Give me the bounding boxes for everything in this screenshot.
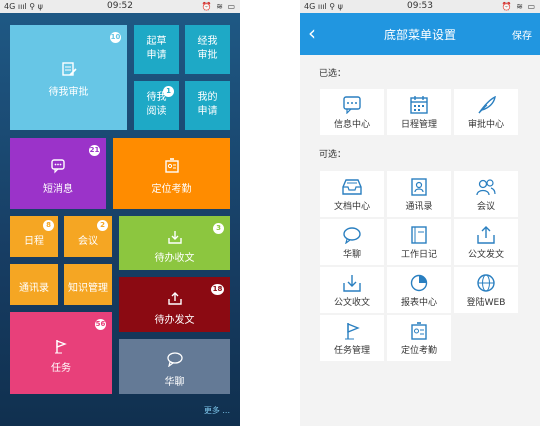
tile-location-attendance[interactable]: 定位考勤 (113, 138, 230, 209)
available-item-contacts[interactable]: 通讯录 (387, 171, 451, 217)
people-icon (476, 179, 496, 196)
tile-contacts[interactable]: 通讯录 (10, 264, 58, 305)
tile-incoming-docs[interactable]: 3 待办收文 (119, 216, 230, 270)
available-item-incoming-docs[interactable]: 公文收文 (320, 267, 384, 313)
chart-pie-icon (410, 274, 428, 292)
tile-huachat[interactable]: 华聊 (119, 339, 230, 394)
download-tray-icon (343, 275, 361, 292)
selected-heading: 已选： (319, 69, 347, 79)
chat-bubble-icon (343, 96, 361, 114)
item-label: 公文收文 (333, 298, 370, 308)
tile-label: 华聊 (164, 377, 185, 388)
chat-bubble-icon (51, 159, 65, 174)
tile-schedule[interactable]: 8 日程 (10, 216, 58, 257)
item-label: 登陆WEB (466, 298, 506, 308)
tile-meeting[interactable]: 2 会议 (64, 216, 112, 257)
tile-label: 日程 (24, 236, 44, 247)
nav-bar: ‹ 底部菜单设置 保存 (300, 13, 540, 55)
status-bar: 4G ıııl ⚲ ψ 09:52 ⏰ ≋ ▭ (0, 0, 240, 13)
tile-label: 短消息 (43, 184, 73, 195)
tile-label: 会议 (78, 236, 98, 247)
badge: 8 (43, 220, 54, 231)
badge: 3 (213, 223, 224, 234)
id-badge-icon (411, 322, 427, 340)
tile-to-read[interactable]: 1 待我 阅读 (134, 81, 179, 130)
tile-label: 通讯录 (19, 283, 49, 294)
available-item-doc-center[interactable]: 文档中心 (320, 171, 384, 217)
inbox-icon (342, 179, 362, 195)
tile-label: 待我审批 (48, 87, 89, 98)
item-label: 文档中心 (333, 202, 370, 212)
available-heading: 可选： (319, 150, 347, 160)
available-item-huachat[interactable]: 华聊 (320, 219, 384, 265)
status-bar: 4G ıııl ⚲ ψ 09:53 ⏰ ≋ ▭ (300, 0, 540, 13)
tile-my-requests[interactable]: 我的 申请 (185, 81, 230, 130)
document-edit-icon (61, 62, 77, 76)
selected-item-approval-center[interactable]: 审批中心 (454, 89, 518, 135)
bottom-menu-settings-screen: 4G ıııl ⚲ ψ 09:53 ⏰ ≋ ▭ ‹ 底部菜单设置 保存 已选： … (300, 0, 540, 426)
calendar-icon (410, 96, 428, 114)
outbox-icon (477, 226, 495, 244)
item-label: 审批中心 (467, 120, 504, 130)
battery-icon: ⏰ ≋ ▭ (501, 2, 536, 11)
tile-label: 待办发文 (154, 315, 195, 326)
tile-outgoing-docs[interactable]: 18 待办发文 (119, 277, 230, 332)
available-item-task-management[interactable]: 任务管理 (320, 315, 384, 361)
save-button[interactable]: 保存 (512, 27, 532, 42)
item-label: 信息中心 (333, 120, 370, 130)
globe-icon (477, 274, 495, 292)
available-item-location-attendance[interactable]: 定位考勤 (387, 315, 451, 361)
available-item-meeting[interactable]: 会议 (454, 171, 518, 217)
item-label: 公文发文 (467, 250, 504, 260)
item-label: 华聊 (342, 250, 361, 260)
chat-icon (166, 352, 183, 367)
badge: 2 (97, 220, 108, 231)
address-book-icon (411, 178, 427, 196)
available-item-work-diary[interactable]: 工作日记 (387, 219, 451, 265)
tile-draft-request[interactable]: 起草 申请 (134, 25, 179, 74)
quill-icon (478, 96, 496, 114)
outbox-icon (167, 292, 182, 305)
page-title: 底部菜单设置 (383, 28, 456, 42)
home-screen: 4G ıııl ⚲ ψ 09:52 ⏰ ≋ ▭ 10 待我审批 起草 申请 经我… (0, 0, 240, 426)
tile-short-message[interactable]: 21 短消息 (10, 138, 106, 209)
tile-label: 任务 (51, 363, 71, 374)
badge: 21 (89, 145, 100, 156)
available-item-login-web[interactable]: 登陆WEB (454, 267, 518, 313)
download-tray-icon (167, 231, 182, 244)
item-label: 报表中心 (400, 298, 437, 308)
tile-approved-by-me[interactable]: 经我 审批 (185, 25, 230, 74)
tile-label: 知识管理 (68, 283, 108, 294)
selected-item-schedule[interactable]: 日程管理 (387, 89, 451, 135)
battery-icon: ⏰ ≋ ▭ (201, 2, 236, 11)
tile-knowledge[interactable]: 知识管理 (64, 264, 112, 305)
available-item-outgoing-docs[interactable]: 公文发文 (454, 219, 518, 265)
chat-icon (343, 227, 361, 244)
tile-task[interactable]: 56 任务 (10, 312, 112, 394)
tile-label: 我的 申请 (197, 92, 218, 117)
item-label: 日程管理 (400, 120, 437, 130)
item-label: 通讯录 (405, 202, 433, 212)
id-badge-icon (164, 158, 179, 173)
item-label: 工作日记 (400, 250, 437, 260)
notebook-icon (411, 226, 427, 244)
item-label: 任务管理 (333, 346, 370, 356)
tile-label: 定位考勤 (151, 184, 192, 195)
tile-pending-approval[interactable]: 10 待我审批 (10, 25, 127, 130)
available-item-report-center[interactable]: 报表中心 (387, 267, 451, 313)
tile-label: 待我 阅读 (146, 92, 167, 117)
badge: 10 (110, 32, 121, 43)
tile-label: 起草 申请 (146, 36, 167, 61)
more-link[interactable]: 更多 ... (204, 405, 230, 416)
badge: 18 (211, 284, 224, 295)
flag-icon (345, 323, 360, 340)
selected-item-info-center[interactable]: 信息中心 (320, 89, 384, 135)
item-label: 会议 (476, 202, 495, 212)
flag-icon (55, 340, 67, 354)
badge: 56 (95, 319, 106, 330)
tile-label: 待办收文 (154, 253, 195, 264)
tile-label: 经我 审批 (197, 36, 218, 61)
item-label: 定位考勤 (400, 346, 437, 356)
